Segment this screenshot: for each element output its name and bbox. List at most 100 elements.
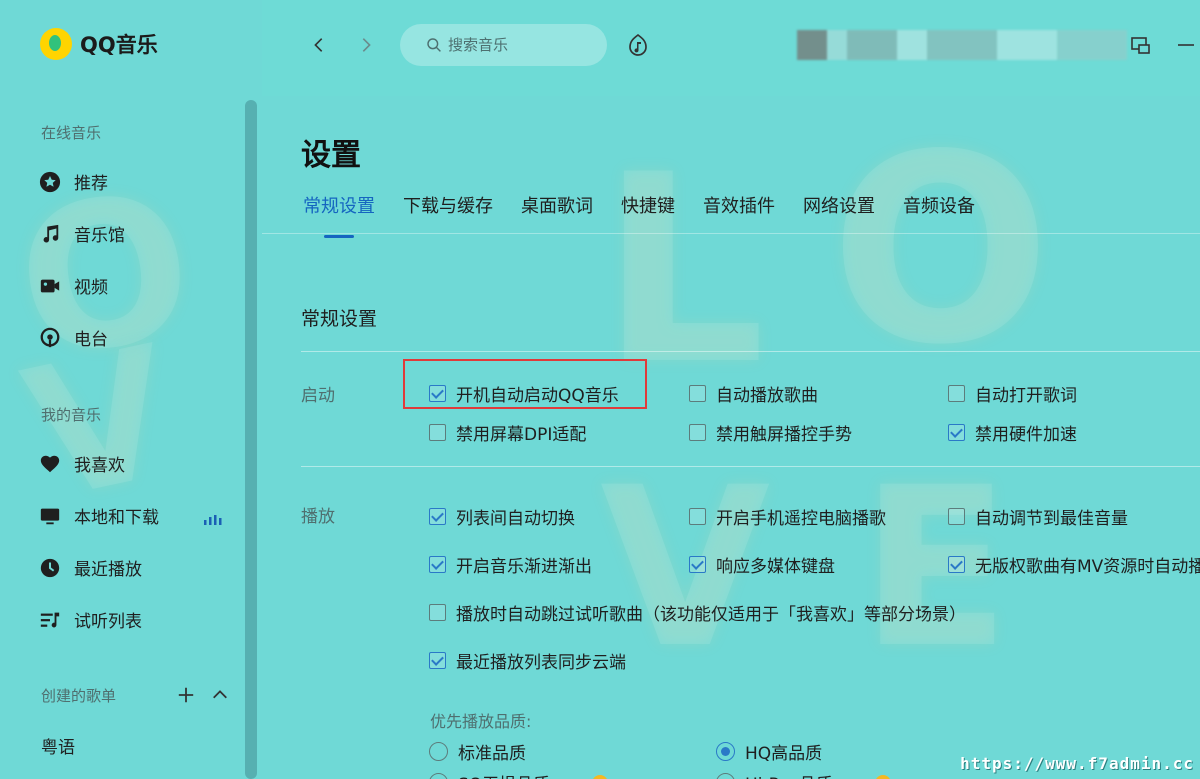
divider (301, 466, 1200, 467)
tab-sound-plugins[interactable]: 音效插件 (703, 192, 775, 228)
option-label: 自动调节到最佳音量 (975, 509, 1128, 529)
sidebar-item-recommend[interactable]: 推荐 (38, 169, 108, 194)
option-autostart[interactable]: 开机自动启动QQ音乐 (429, 381, 619, 406)
mini-mode-icon[interactable] (1128, 33, 1152, 61)
collapse-chevron-up-icon[interactable] (209, 684, 231, 706)
qq-music-logo-icon (40, 28, 72, 60)
song-recognition-icon[interactable] (626, 33, 650, 61)
sidebar-item-video[interactable]: 视频 (38, 273, 108, 298)
option-list-auto-switch[interactable]: 列表间自动切换 (429, 504, 575, 529)
sidebar-item-radio[interactable]: 电台 (38, 325, 108, 350)
option-label: 禁用屏幕DPI适配 (456, 425, 587, 445)
divider (301, 351, 1200, 352)
add-playlist-icon[interactable] (175, 684, 197, 706)
option-mv-fallback[interactable]: 无版权歌曲有MV资源时自动播 (948, 552, 1200, 577)
option-disable-hw-accel[interactable]: 禁用硬件加速 (948, 420, 1077, 445)
option-label: HQ高品质 (745, 744, 823, 764)
option-media-keys[interactable]: 响应多媒体键盘 (689, 552, 835, 577)
radio-icon (38, 326, 62, 350)
checkbox[interactable] (948, 556, 965, 573)
option-label: 最近播放列表同步云端 (456, 653, 626, 673)
option-skip-trial[interactable]: 播放时自动跳过试听歌曲（该功能仅适用于「我喜欢」等部分场景） (429, 600, 966, 625)
checkbox[interactable] (429, 652, 446, 669)
sidebar-item-music-hall[interactable]: 音乐馆 (38, 221, 125, 246)
checkbox[interactable] (429, 604, 446, 621)
sidebar-item-recent[interactable]: 最近播放 (38, 555, 142, 580)
option-sync-recent[interactable]: 最近播放列表同步云端 (429, 648, 626, 673)
checkbox[interactable] (689, 556, 706, 573)
tab-shortcuts[interactable]: 快捷键 (621, 192, 675, 228)
checkbox[interactable] (689, 385, 706, 402)
checkbox[interactable] (429, 424, 446, 441)
forward-button[interactable] (353, 32, 379, 58)
top-bar (262, 0, 1200, 96)
option-autoplay[interactable]: 自动播放歌曲 (689, 381, 818, 406)
playlist-item-label: 粤语 (41, 738, 75, 758)
tab-general[interactable]: 常规设置 (303, 192, 375, 238)
radio-button[interactable] (429, 773, 448, 779)
option-disable-touch[interactable]: 禁用触屏播控手势 (689, 420, 852, 445)
sidebar-item-label: 推荐 (74, 174, 108, 194)
radio-button[interactable] (429, 742, 448, 761)
created-playlists-title: 创建的歌单 (41, 686, 117, 705)
option-label: 播放时自动跳过试听歌曲（该功能仅适用于「我喜欢」等部分场景） (456, 605, 966, 625)
search-box[interactable] (400, 24, 607, 66)
checkbox[interactable] (689, 508, 706, 525)
radio-button[interactable] (716, 773, 735, 779)
app-name: QQ音乐 (80, 33, 158, 57)
sidebar-item-favorites[interactable]: 我喜欢 (38, 451, 125, 476)
option-disable-dpi[interactable]: 禁用屏幕DPI适配 (429, 420, 586, 445)
option-label: SQ无损品质 (458, 770, 550, 779)
playlist-icon (38, 608, 62, 632)
checkbox[interactable] (948, 508, 965, 525)
star-icon (38, 170, 62, 194)
sidebar-item-trial-list[interactable]: 试听列表 (38, 607, 142, 632)
checkbox[interactable] (429, 556, 446, 573)
checkbox[interactable] (948, 424, 965, 441)
tab-download-cache[interactable]: 下载与缓存 (403, 192, 493, 228)
sidebar-item-label: 最近播放 (74, 560, 142, 580)
option-fade[interactable]: 开启音乐渐进渐出 (429, 552, 592, 577)
quality-hires[interactable]: Hi-Res品质 (716, 770, 892, 779)
option-label: 禁用硬件加速 (975, 425, 1077, 445)
radio-button[interactable] (716, 742, 735, 761)
page-title: 设置 (301, 138, 361, 173)
tab-audio-device[interactable]: 音频设备 (903, 192, 975, 228)
option-label: 自动打开歌词 (975, 386, 1077, 406)
search-input[interactable] (448, 36, 588, 54)
option-label: 响应多媒体键盘 (716, 557, 835, 577)
chevron-left-icon (314, 38, 323, 52)
playlist-item[interactable]: 粤语 (41, 733, 75, 758)
option-label: 列表间自动切换 (456, 509, 575, 529)
video-icon (38, 274, 62, 298)
tab-desktop-lyrics[interactable]: 桌面歌词 (521, 192, 593, 228)
chevron-right-icon (362, 38, 371, 52)
option-phone-remote[interactable]: 开启手机遥控电脑播歌 (689, 504, 886, 529)
tab-network[interactable]: 网络设置 (803, 192, 875, 228)
quality-sq[interactable]: SQ无损品质 (429, 770, 609, 779)
back-button[interactable] (306, 32, 332, 58)
sidebar-item-label: 电台 (74, 330, 108, 350)
minimize-icon[interactable] (1174, 33, 1198, 61)
vip-badge-icon (592, 774, 609, 779)
checkbox[interactable] (429, 508, 446, 525)
checkbox[interactable] (948, 385, 965, 402)
watermark-text: https://www.f7admin.cc (960, 754, 1194, 773)
sidebar-item-label: 音乐馆 (74, 226, 125, 246)
quality-standard[interactable]: 标准品质 (429, 739, 526, 764)
option-auto-lyrics[interactable]: 自动打开歌词 (948, 381, 1077, 406)
checkbox[interactable] (689, 424, 706, 441)
option-label: 无版权歌曲有MV资源时自动播 (975, 557, 1200, 577)
equalizer-icon (204, 510, 224, 529)
quality-label: 优先播放品质: (430, 712, 532, 731)
quality-hq[interactable]: HQ高品质 (716, 739, 822, 764)
sidebar-item-local-download[interactable]: 本地和下载 (38, 503, 159, 528)
heart-icon (38, 452, 62, 476)
music-note-icon (38, 222, 62, 246)
group-online-title: 在线音乐 (41, 124, 102, 142)
checkbox[interactable] (429, 385, 446, 402)
sidebar-scrollbar[interactable] (245, 100, 257, 779)
startup-label: 启动 (301, 386, 335, 406)
option-auto-volume[interactable]: 自动调节到最佳音量 (948, 504, 1128, 529)
app-logo[interactable]: QQ音乐 (40, 28, 158, 60)
